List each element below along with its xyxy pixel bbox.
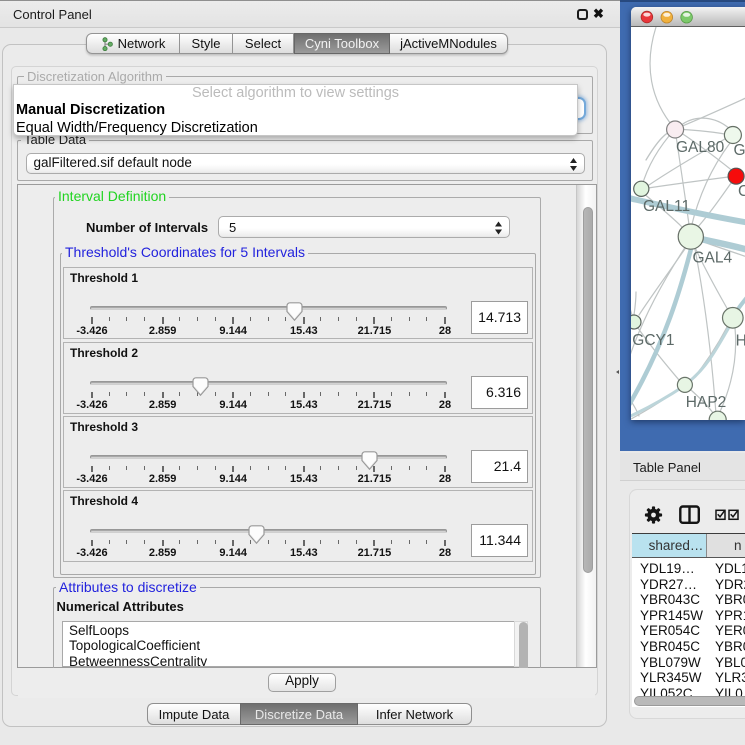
svg-text:GA: GA bbox=[734, 142, 745, 159]
svg-text:GCY1: GCY1 bbox=[632, 332, 674, 349]
svg-text:GAL11: GAL11 bbox=[643, 198, 690, 215]
svg-text:HAP2: HAP2 bbox=[686, 394, 727, 411]
svg-text:H: H bbox=[736, 333, 745, 350]
svg-text:GAL80: GAL80 bbox=[676, 139, 725, 156]
svg-text:GAL4: GAL4 bbox=[693, 250, 733, 267]
svg-text:C: C bbox=[738, 183, 745, 200]
